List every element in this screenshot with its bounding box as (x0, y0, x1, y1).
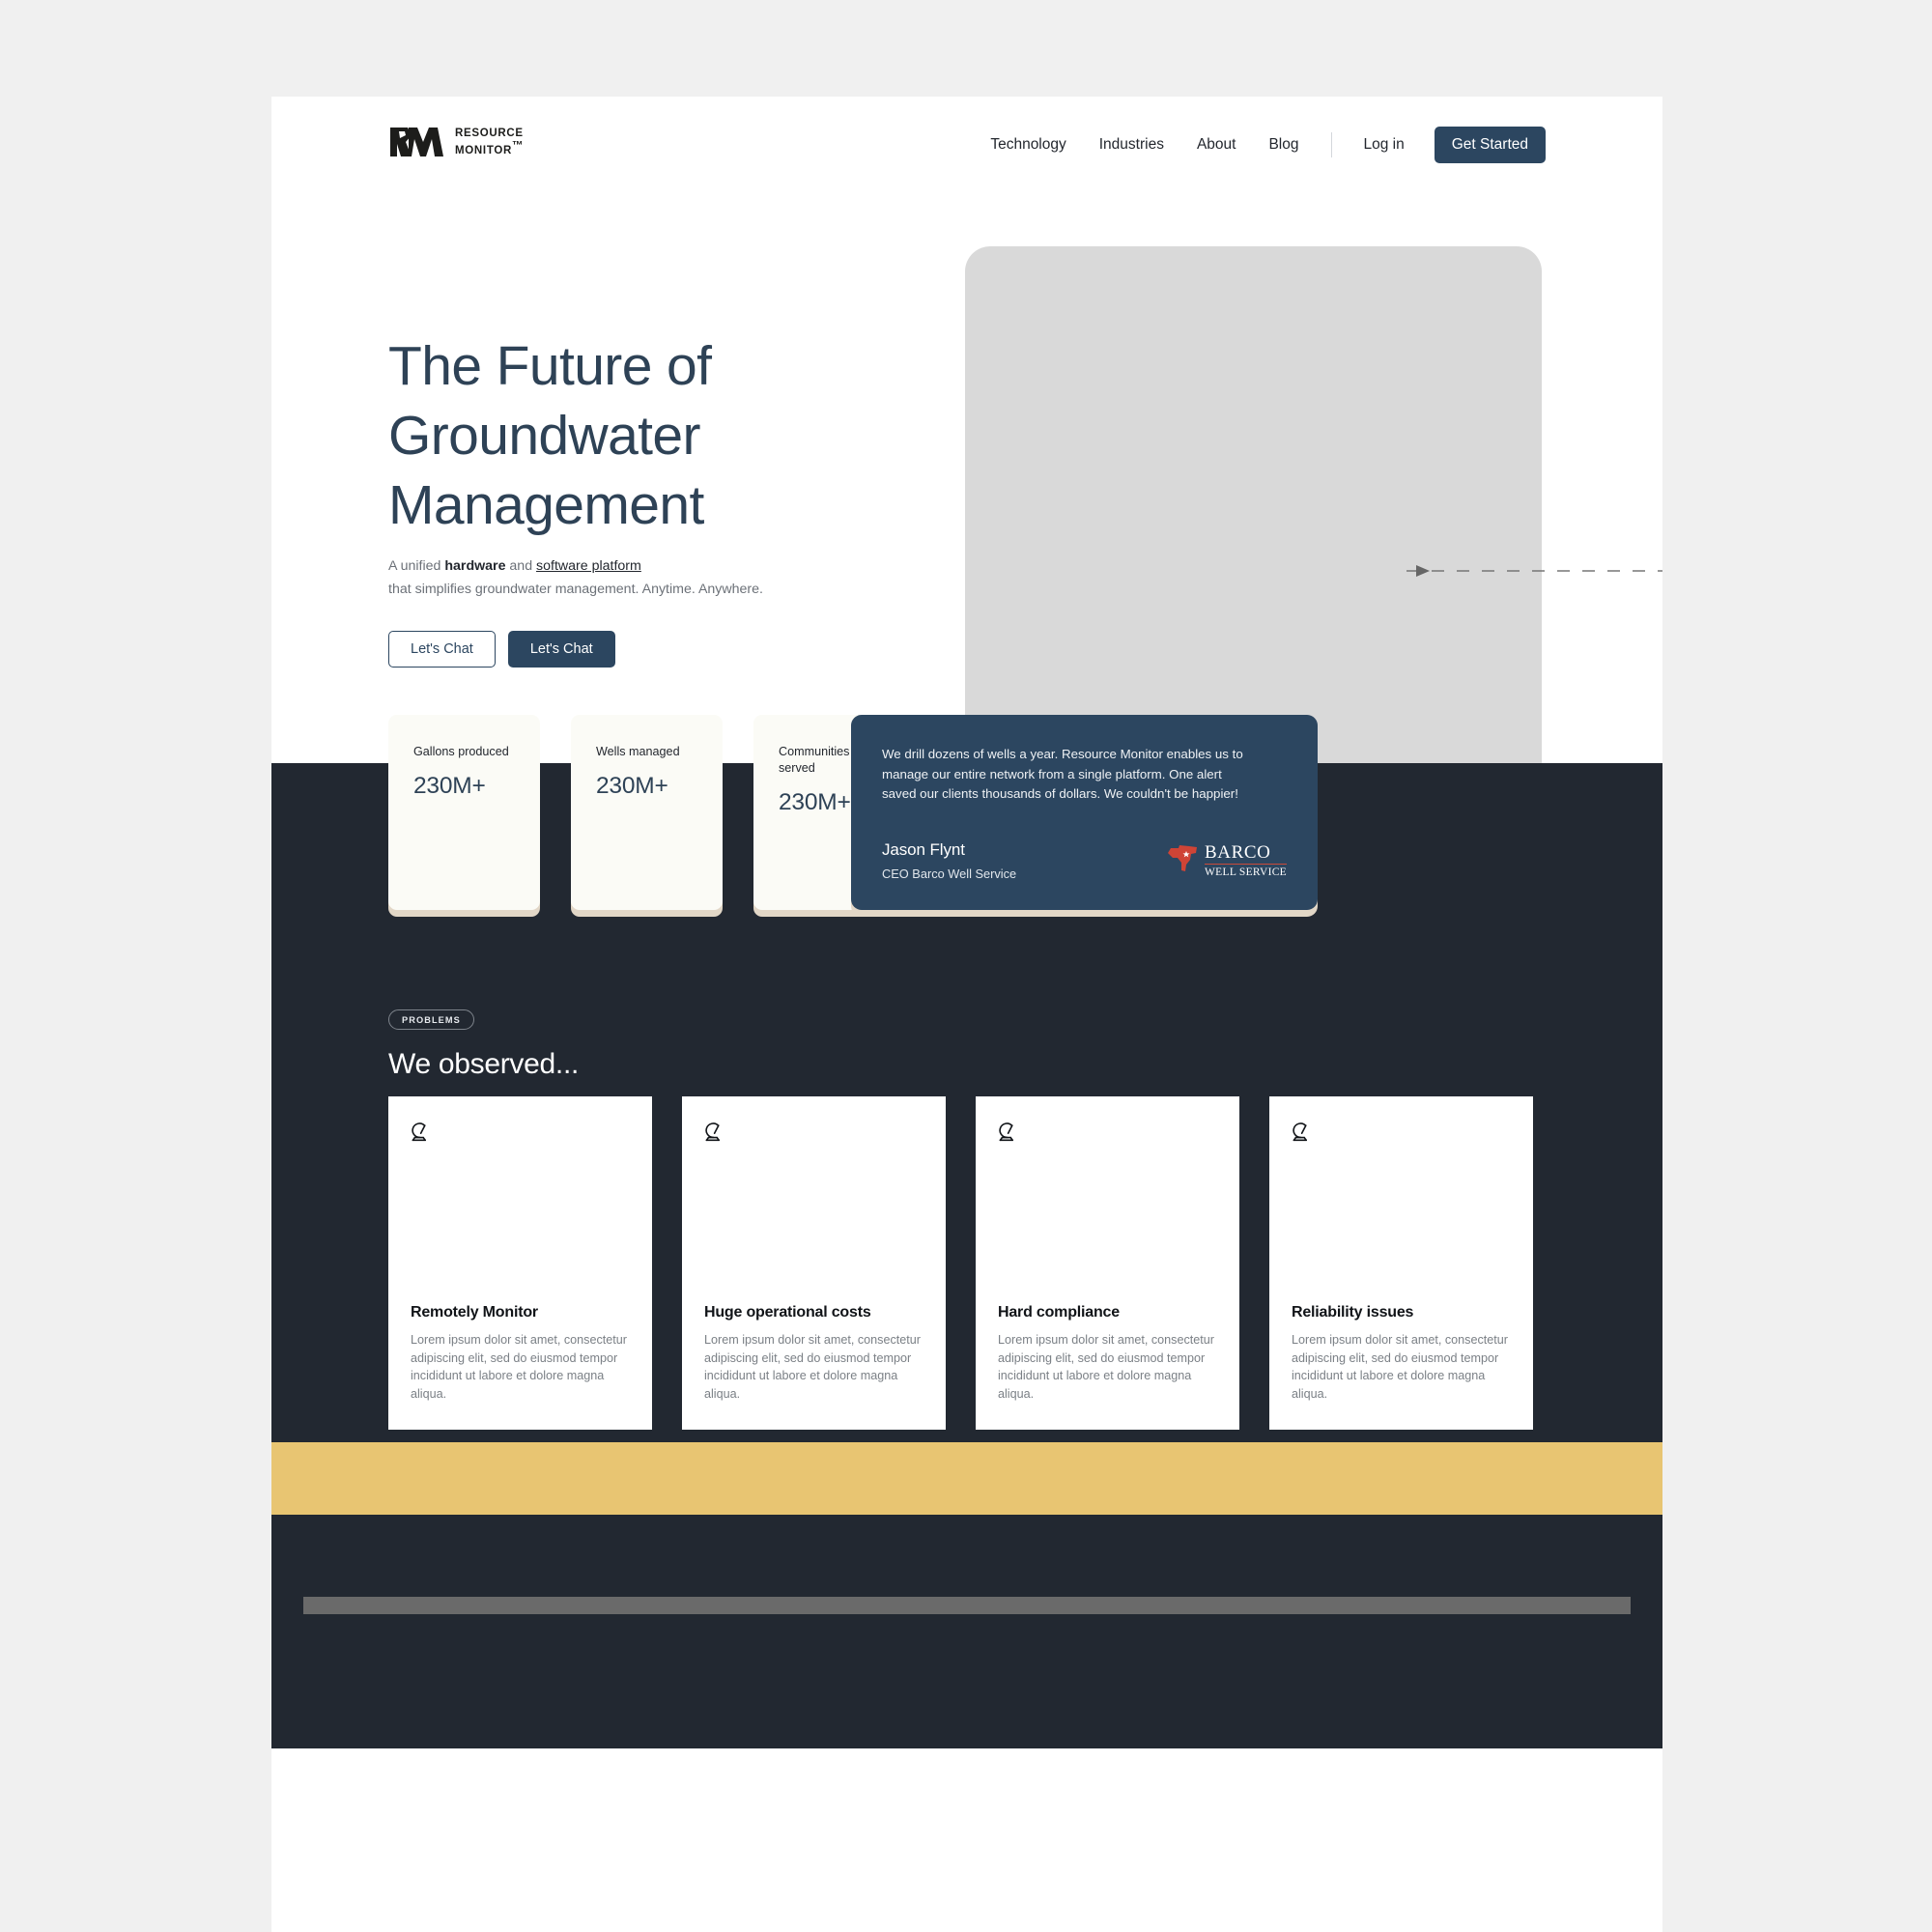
trademark-symbol: ™ (512, 139, 525, 152)
problem-body: Lorem ipsum dolor sit amet, consectetur … (704, 1333, 921, 1401)
brand-name-line1: RESOURCE (455, 127, 524, 139)
hero-subheading-line2: that simplifies groundwater management. … (388, 582, 763, 597)
get-started-button[interactable]: Get Started (1434, 127, 1546, 163)
hero-heading-line3: Management (388, 474, 704, 536)
site-canvas: RESOURCE MONITOR™ Technology Industries … (271, 97, 1662, 1932)
brand-wordmark: RESOURCE MONITOR™ (455, 128, 524, 157)
barco-wordmark: BARCO WELL SERVICE (1205, 843, 1287, 878)
problem-body: Lorem ipsum dolor sit amet, consectetur … (998, 1333, 1214, 1401)
problem-body: Lorem ipsum dolor sit amet, consectetur … (411, 1333, 627, 1401)
satellite-dish-icon (1292, 1122, 1511, 1151)
problems-badge: PROBLEMS (388, 1009, 474, 1030)
grey-bar (303, 1597, 1631, 1614)
hero-heading-line2: Groundwater (388, 405, 701, 467)
lets-chat-solid-button[interactable]: Let's Chat (507, 631, 615, 668)
problem-body: Lorem ipsum dolor sit amet, consectetur … (1292, 1333, 1508, 1401)
nav-link-technology[interactable]: Technology (974, 122, 1082, 168)
problem-title: Huge operational costs (704, 1304, 871, 1321)
hero-cta-group: Let's Chat Let's Chat (388, 631, 615, 668)
stats-card-row: Gallons produced 230M+ Wells managed 230… (388, 715, 905, 910)
hero-subheading: A unified hardware and software platform… (388, 554, 891, 601)
problem-card[interactable]: Reliability issues Lorem ipsum dolor sit… (1269, 1096, 1533, 1430)
stat-value: 230M+ (596, 773, 668, 799)
barco-tagline: WELL SERVICE (1205, 866, 1287, 878)
hero-sub-prefix: A unified (388, 558, 445, 574)
stat-card: Wells managed 230M+ (571, 715, 723, 910)
hero-heading: The Future of Groundwater Management (388, 331, 929, 540)
barco-name: BARCO (1205, 842, 1271, 863)
lets-chat-outline-button[interactable]: Let's Chat (388, 631, 496, 668)
problem-card[interactable]: Huge operational costs Lorem ipsum dolor… (682, 1096, 946, 1430)
brand-name-line2: MONITOR™ (455, 139, 525, 156)
hero-sub-mid: and (505, 558, 537, 574)
barco-well-service-logo: BARCO WELL SERVICE (1167, 843, 1287, 881)
testimonial-card: We drill dozens of wells a year. Resourc… (851, 715, 1318, 910)
stat-label: Gallons produced (413, 745, 509, 758)
testimonial-author: Jason Flynt (882, 840, 965, 859)
nav-links-group: Technology Industries About Blog Log in … (974, 122, 1546, 168)
top-navigation-bar: RESOURCE MONITOR™ Technology Industries … (271, 97, 1662, 193)
problems-card-grid: Remotely Monitor Lorem ipsum dolor sit a… (388, 1096, 1533, 1430)
satellite-dish-icon (411, 1122, 630, 1151)
satellite-dish-icon (704, 1122, 923, 1151)
stat-value: 230M+ (413, 773, 486, 799)
nav-divider (1330, 132, 1332, 157)
texas-state-icon (1167, 844, 1200, 878)
yellow-band (271, 1442, 1662, 1515)
nav-link-blog[interactable]: Blog (1252, 122, 1315, 168)
problem-card[interactable]: Remotely Monitor Lorem ipsum dolor sit a… (388, 1096, 652, 1430)
problems-section-title: We observed... (388, 1048, 580, 1080)
testimonial-role: CEO Barco Well Service (882, 867, 1017, 881)
problem-title: Remotely Monitor (411, 1304, 538, 1321)
testimonial-footer: Jason Flynt CEO Barco Well Service BARCO… (882, 840, 1287, 881)
problem-title: Reliability issues (1292, 1304, 1414, 1321)
nav-link-industries[interactable]: Industries (1083, 122, 1180, 168)
testimonial-quote: We drill dozens of wells a year. Resourc… (882, 747, 1243, 801)
hero-sub-bold: hardware (444, 558, 506, 574)
stat-label: Wells managed (596, 745, 680, 758)
software-platform-link[interactable]: software platform (536, 558, 641, 574)
nav-link-about[interactable]: About (1180, 122, 1253, 168)
rm-monogram-icon (388, 126, 444, 158)
hero-heading-line1: The Future of (388, 335, 712, 397)
problem-card[interactable]: Hard compliance Lorem ipsum dolor sit am… (976, 1096, 1239, 1430)
satellite-dish-icon (998, 1122, 1217, 1151)
stat-card: Gallons produced 230M+ (388, 715, 540, 910)
hero-subheading-line1: A unified hardware and software platform (388, 554, 891, 578)
problem-title: Hard compliance (998, 1304, 1120, 1321)
page-root: RESOURCE MONITOR™ Technology Industries … (0, 0, 1932, 1932)
testimonial-attribution: Jason Flynt CEO Barco Well Service (882, 840, 1016, 881)
login-link[interactable]: Log in (1348, 122, 1421, 168)
brand-logo[interactable]: RESOURCE MONITOR™ (388, 126, 524, 158)
barco-rule (1205, 864, 1287, 865)
